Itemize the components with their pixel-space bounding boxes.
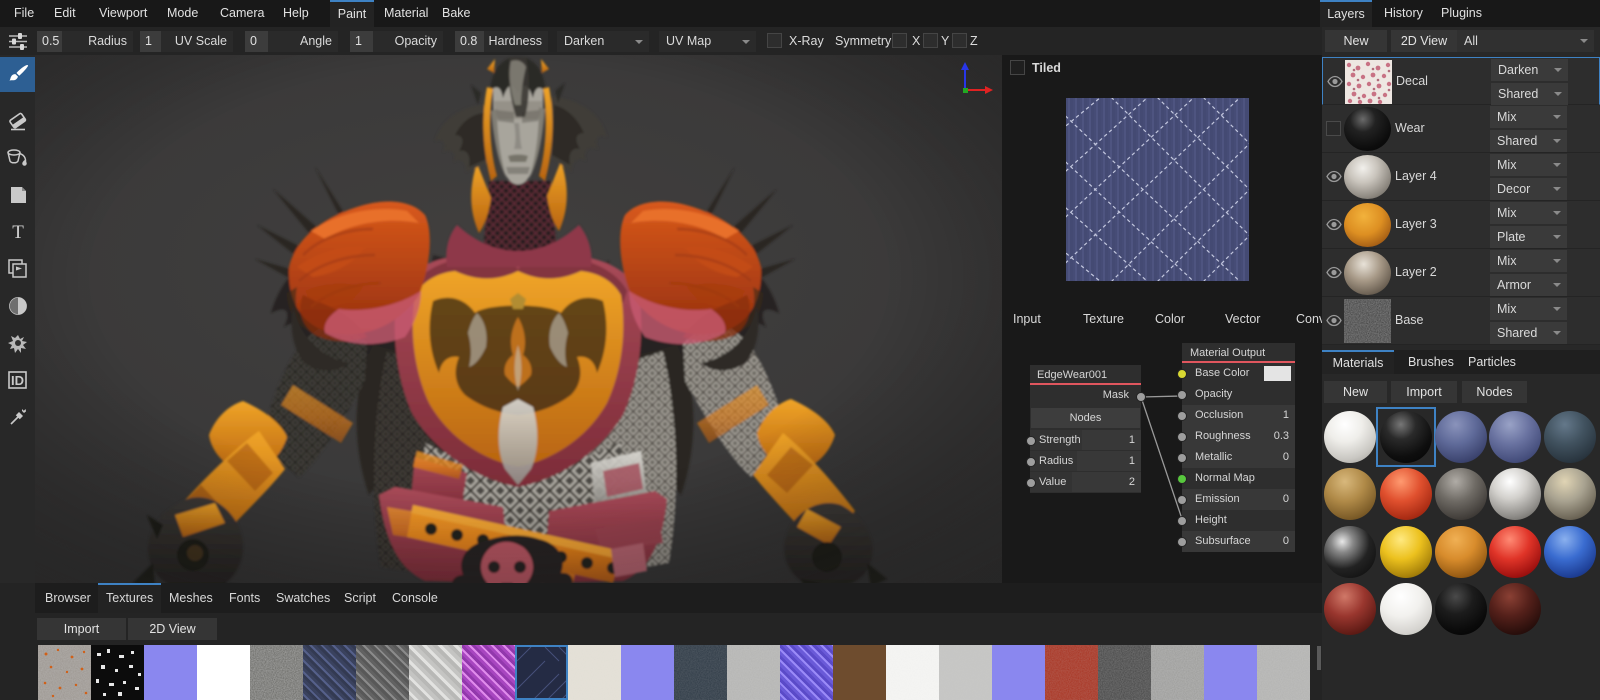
svg-text:T: T (12, 222, 24, 243)
svg-text:ID: ID (11, 373, 24, 388)
